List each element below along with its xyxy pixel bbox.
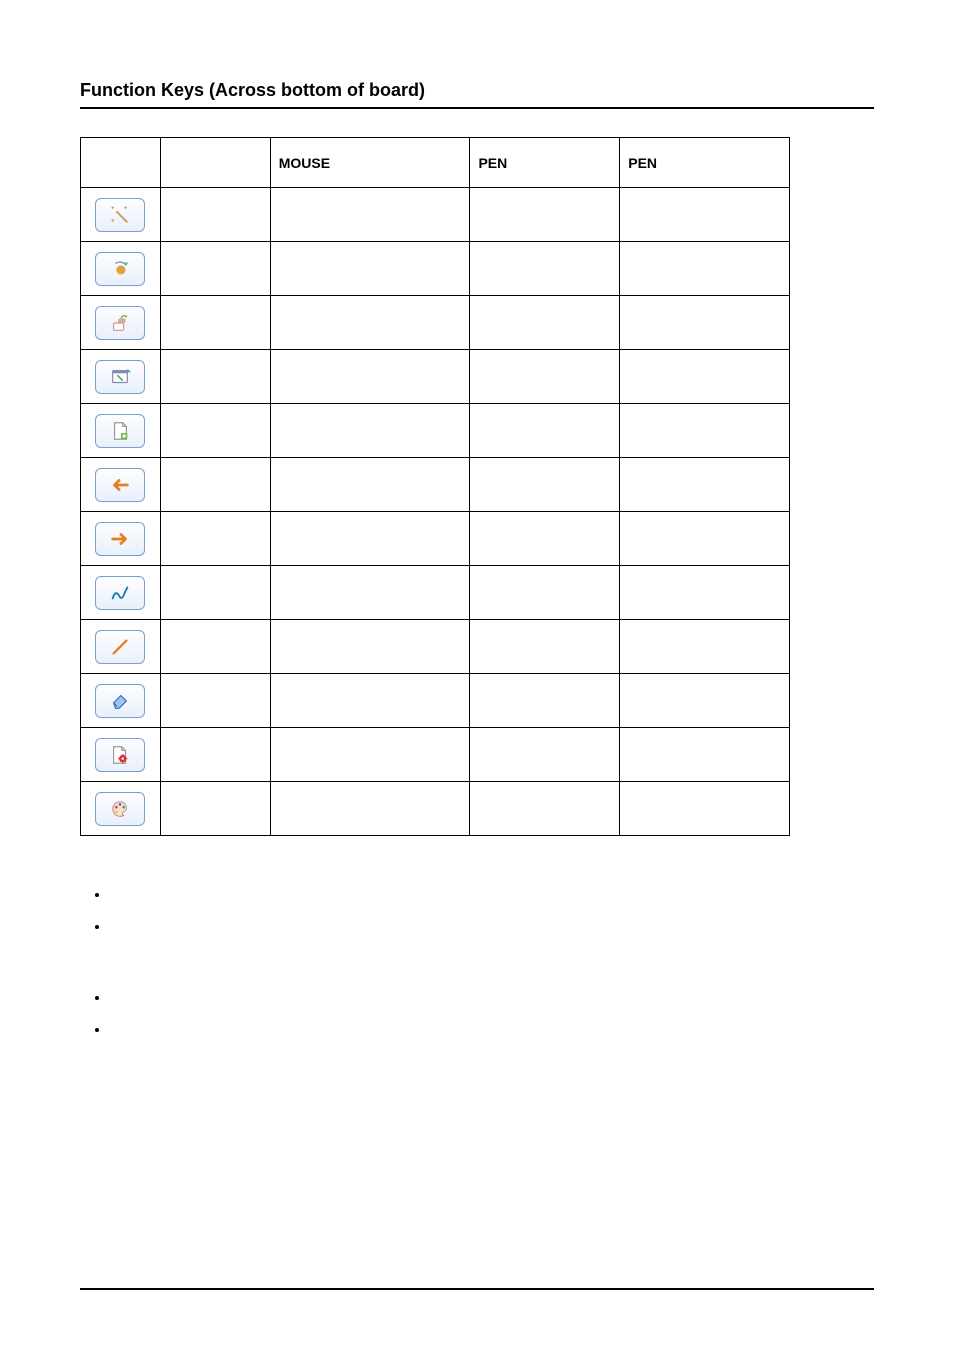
function-key-button[interactable] — [95, 468, 145, 502]
table-row — [81, 512, 790, 566]
footer-rule — [80, 1288, 874, 1290]
calibrate-icon — [109, 204, 131, 226]
function-key-button[interactable] — [95, 792, 145, 826]
function-key-button[interactable] — [95, 738, 145, 772]
table-row — [81, 566, 790, 620]
notes-heading-1 — [80, 866, 250, 880]
function-key-button[interactable] — [95, 306, 145, 340]
col-header-pen-2: PEN — [620, 138, 790, 188]
hand-icon — [109, 312, 131, 334]
table-row — [81, 350, 790, 404]
function-key-button[interactable] — [95, 522, 145, 556]
table-row — [81, 296, 790, 350]
table-row — [81, 620, 790, 674]
palette-icon — [109, 798, 131, 820]
table-row — [81, 674, 790, 728]
function-key-button[interactable] — [95, 198, 145, 232]
list-item — [110, 1022, 874, 1054]
page-settings-icon — [109, 744, 131, 766]
notes-section — [80, 866, 874, 1054]
list-item — [110, 919, 874, 951]
function-key-button[interactable] — [95, 360, 145, 394]
table-header-row: MOUSE PEN PEN — [81, 138, 790, 188]
function-key-button[interactable] — [95, 252, 145, 286]
col-header-empty — [160, 138, 270, 188]
function-keys-table: MOUSE PEN PEN — [80, 137, 790, 836]
table-row — [81, 188, 790, 242]
notes-heading-2 — [80, 969, 250, 983]
heading-rule — [80, 107, 874, 109]
function-key-button[interactable] — [95, 630, 145, 664]
col-header-mouse: MOUSE — [270, 138, 470, 188]
table-row — [81, 782, 790, 836]
orbit-icon — [109, 258, 131, 280]
notes-list-2 — [110, 990, 874, 1054]
col-header-pen-1: PEN — [470, 138, 620, 188]
function-key-button[interactable] — [95, 414, 145, 448]
arrow-left-icon — [109, 474, 131, 496]
col-header-icon — [81, 138, 161, 188]
new-page-icon — [109, 420, 131, 442]
table-row — [81, 728, 790, 782]
function-key-button[interactable] — [95, 684, 145, 718]
list-item — [110, 887, 874, 919]
table-row — [81, 458, 790, 512]
page-title: Function Keys (Across bottom of board) — [80, 80, 874, 101]
line-icon — [109, 636, 131, 658]
freehand-icon — [109, 582, 131, 604]
table-row — [81, 404, 790, 458]
function-key-button[interactable] — [95, 576, 145, 610]
list-item — [110, 990, 874, 1022]
arrow-right-icon — [109, 528, 131, 550]
table-row — [81, 242, 790, 296]
window-draw-icon — [109, 366, 131, 388]
eraser-icon — [109, 690, 131, 712]
notes-list-1 — [110, 887, 874, 951]
